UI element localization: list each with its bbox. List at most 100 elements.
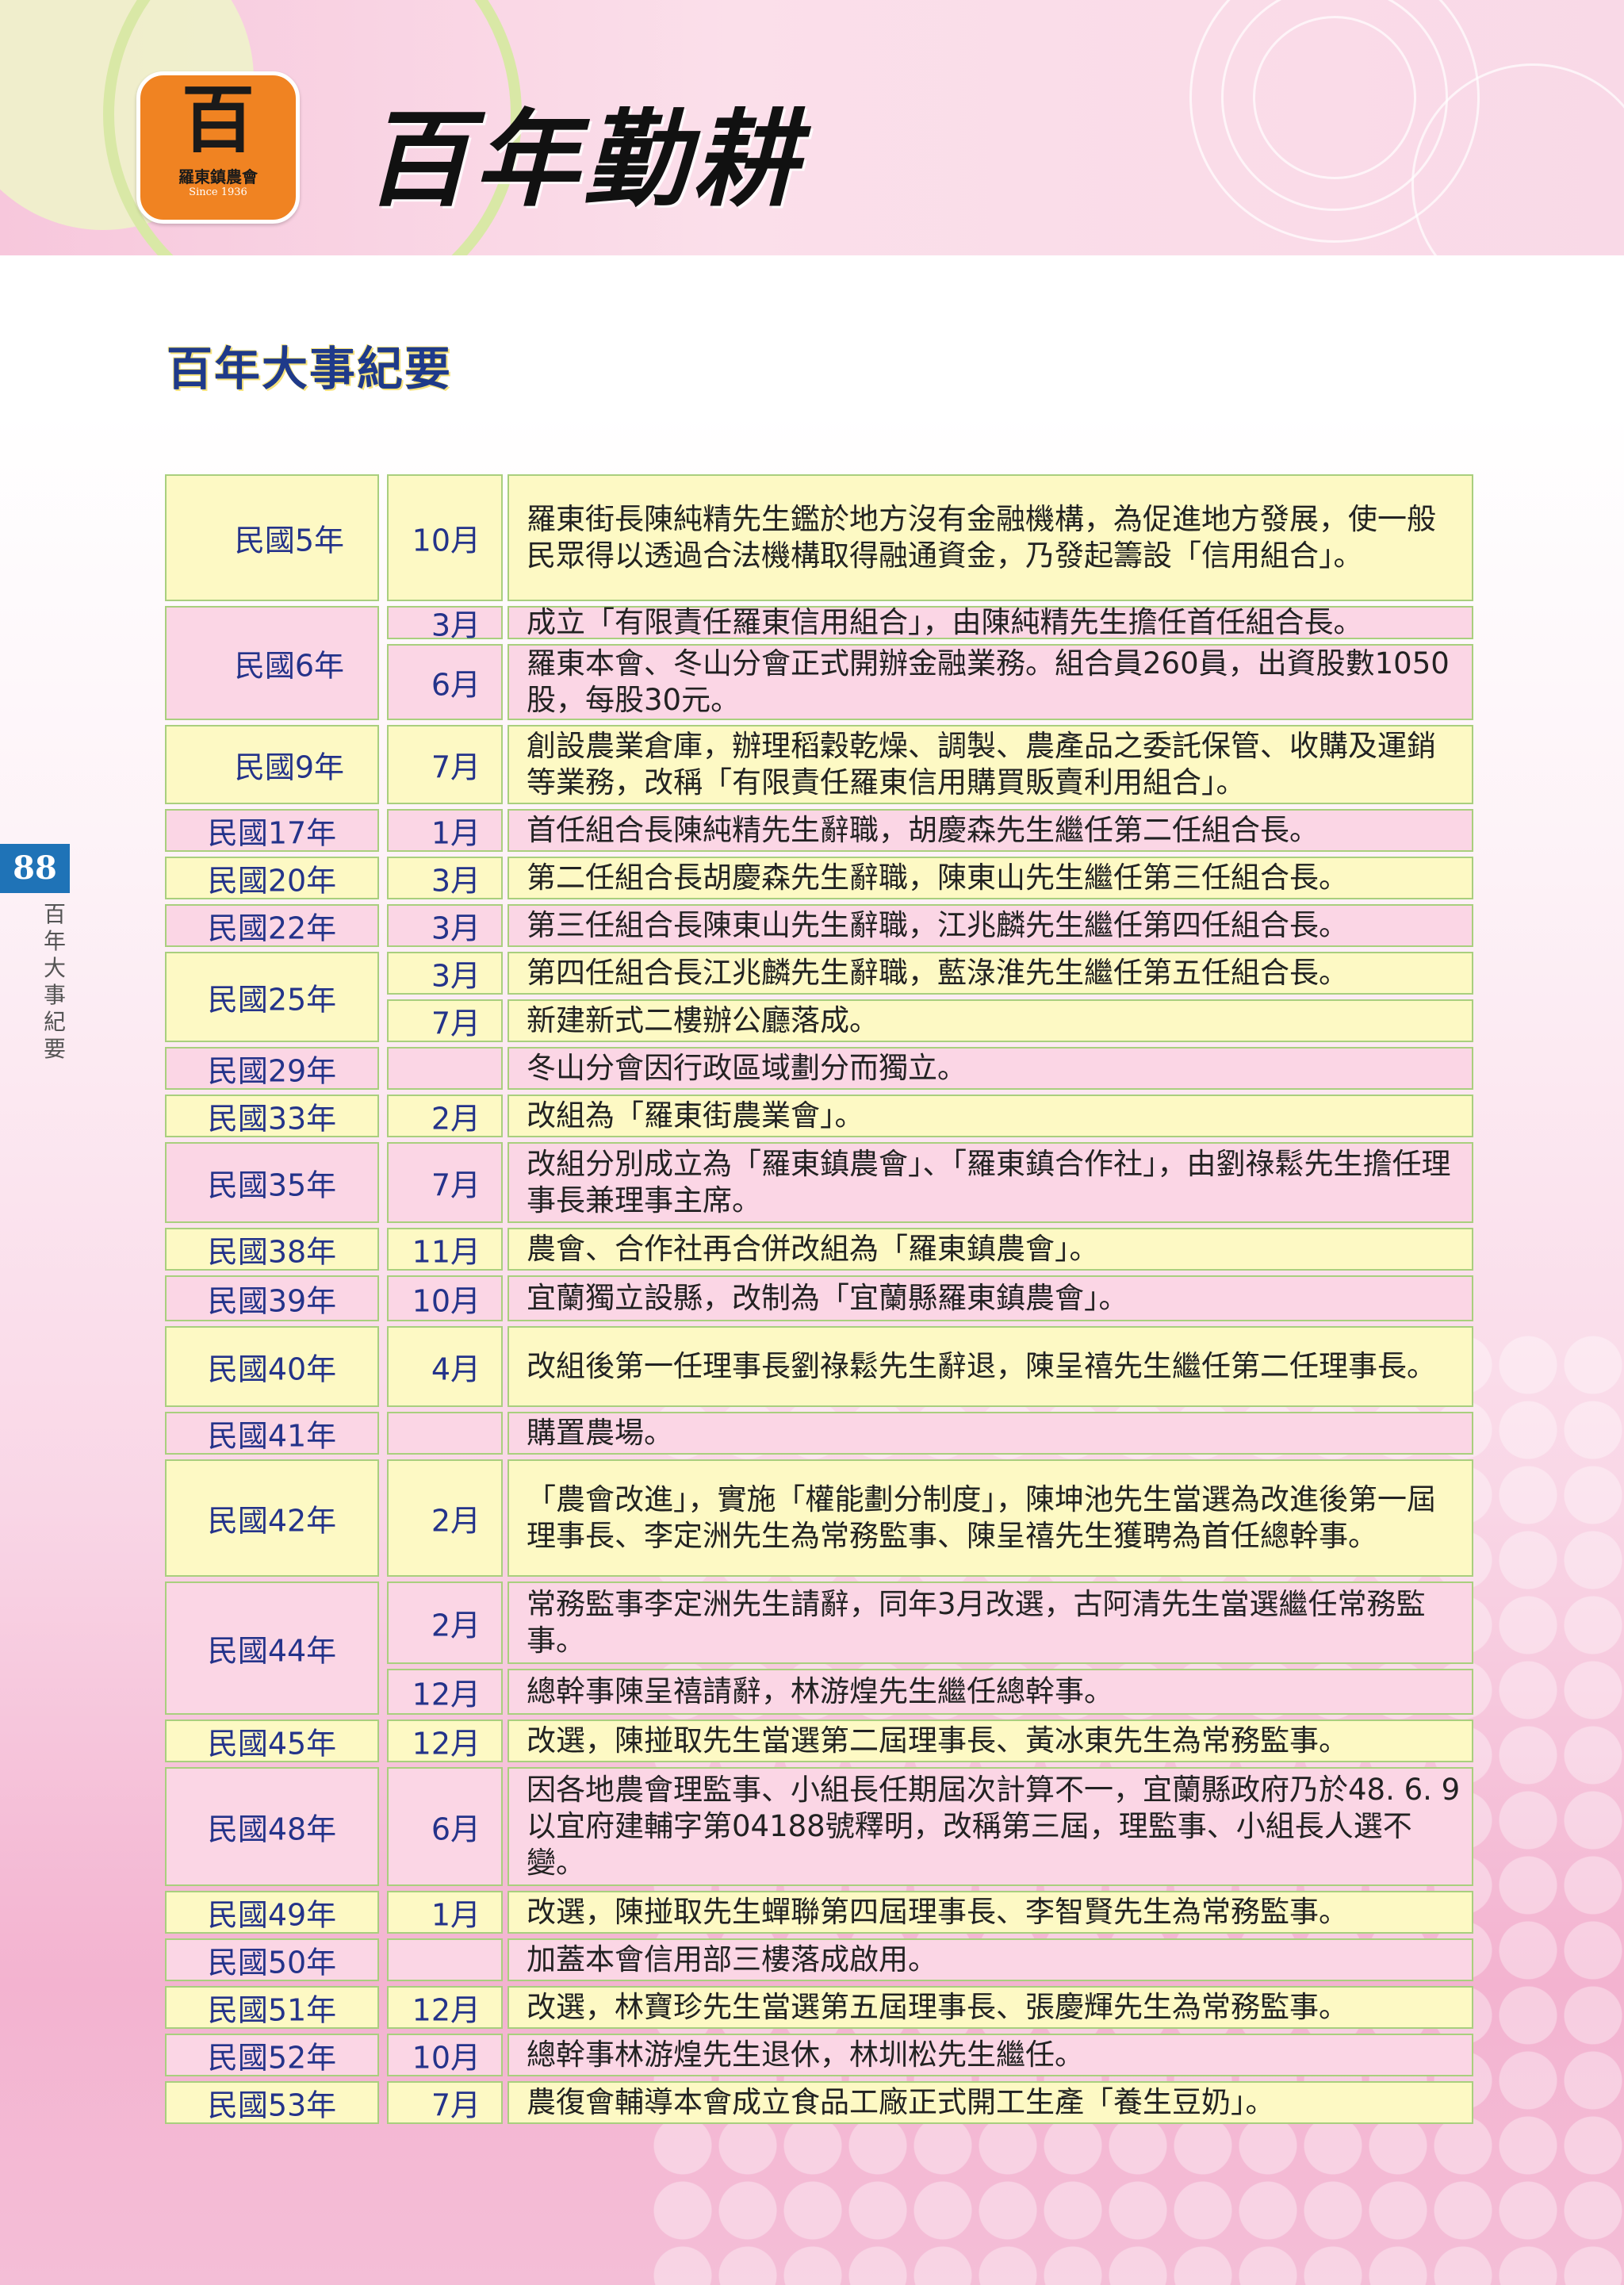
year-cell: 民國41年 <box>165 1412 379 1455</box>
month-label: 7月 <box>431 2088 481 2123</box>
event-text: 第三任組合長陳東山先生辭職，江兆麟先生繼任第四任組合長。 <box>527 908 1348 942</box>
year-cell: 民國52年 <box>165 2034 379 2076</box>
month-cell: 10月 <box>387 474 503 601</box>
event-text-cell: 第四任組合長江兆麟先生辭職，藍淥淮先生繼任第五任組合長。 <box>508 952 1473 995</box>
event-text-cell: 總幹事林游煌先生退休，林圳松先生繼任。 <box>508 2034 1473 2076</box>
month-label: 3月 <box>431 958 481 994</box>
event-text-cell: 「農會改進」，實施「權能劃分制度」，陳坤池先生當選為改進後第一屆理事長、李定洲先… <box>508 1459 1473 1577</box>
month-cell: 12月 <box>387 1669 503 1715</box>
month-cell: 3月 <box>387 952 503 995</box>
page-title: 百年大事紀要 <box>167 342 453 396</box>
event-text: 成立「有限責任羅東信用組合」，由陳純精先生擔任首任組合長。 <box>527 605 1363 639</box>
event-text-cell: 因各地農會理監事、小組長任期屆次計算不一，宜蘭縣政府乃於48. 6. 9以宜府建… <box>508 1767 1473 1886</box>
event-text-cell: 改選，陳掽取先生蟬聯第四屆理事長、李智賢先生為常務監事。 <box>508 1891 1473 1934</box>
event-text-cell: 成立「有限責任羅東信用組合」，由陳純精先生擔任首任組合長。 <box>508 605 1473 639</box>
month-cell: 4月 <box>387 1326 503 1407</box>
event-text: 宜蘭獨立設縣，改制為「宜蘭縣羅東鎮農會」。 <box>527 1281 1128 1315</box>
event-text: 羅東街長陳純精先生鑑於地方沒有金融機構，為促進地方發展，使一般民眾得以透過合法機… <box>527 502 1436 573</box>
event-text-cell: 羅東街長陳純精先生鑑於地方沒有金融機構，為促進地方發展，使一般民眾得以透過合法機… <box>508 474 1473 601</box>
month-cell: 2月 <box>387 1095 503 1137</box>
event-text: 羅東本會、冬山分會正式開辦金融業務。組合員260員，出資股數1050股，每股30… <box>527 646 1450 717</box>
month-label: 11月 <box>412 1234 481 1270</box>
month-cell: 3月 <box>387 904 503 947</box>
event-row: 民國52年 10月 總幹事林游煌先生退休，林圳松先生繼任。 <box>165 2034 1473 2076</box>
event-text: 農復會輔導本會成立食品工廠正式開工生產「養生豆奶」。 <box>527 2085 1275 2119</box>
event-row: 民國35年 7月 改組分別成立為「羅東鎮農會」、「羅東鎮合作社」，由劉祿鬆先生擔任理… <box>165 1142 1473 1223</box>
event-row: 民國53年 7月 農復會輔導本會成立食品工廠正式開工生產「養生豆奶」。 <box>165 2081 1473 2124</box>
year-cell: 民國38年 <box>165 1228 379 1271</box>
event-text-cell: 農會、合作社再合併改組為「羅東鎮農會」。 <box>508 1228 1473 1271</box>
year-label: 民國42年 <box>207 1503 337 1539</box>
month-cell: 2月 <box>387 1459 503 1577</box>
event-text: 購置農場。 <box>527 1416 673 1450</box>
event-text-cell: 第三任組合長陳東山先生辭職，江兆麟先生繼任第四任組合長。 <box>508 904 1473 947</box>
month-label: 7月 <box>431 1167 481 1203</box>
event-text: 第四任組合長江兆麟先生辭職，藍淥淮先生繼任第五任組合長。 <box>527 956 1348 990</box>
month-cell: 3月 <box>387 606 503 643</box>
month-label: 3月 <box>431 863 481 899</box>
year-cell: 民國22年 <box>165 904 379 947</box>
year-label: 民國17年 <box>207 815 337 851</box>
event-text: 改組為「羅東街農業會」。 <box>527 1098 864 1133</box>
month-label: 10月 <box>412 523 481 558</box>
event-row: 民國29年 冬山分會因行政區域劃分而獨立。 <box>165 1047 1473 1090</box>
month-cell <box>387 1938 503 1981</box>
year-label: 民國53年 <box>207 2088 337 2123</box>
event-text-cell: 冬山分會因行政區域劃分而獨立。 <box>508 1047 1473 1090</box>
month-cell: 6月 <box>387 644 503 720</box>
month-label: 6月 <box>431 1812 481 1847</box>
month-label: 10月 <box>412 1283 481 1319</box>
year-label: 民國39年 <box>207 1283 337 1319</box>
year-cell: 民國42年 <box>165 1459 379 1577</box>
year-cell: 民國29年 <box>165 1047 379 1090</box>
year-cell: 民國50年 <box>165 1938 379 1981</box>
event-text-cell: 改組為「羅東街農業會」。 <box>508 1095 1473 1137</box>
month-label: 2月 <box>431 1608 481 1643</box>
year-label: 民國35年 <box>207 1167 337 1203</box>
month-label: 6月 <box>431 667 481 703</box>
logo-since: Since 1936 <box>189 186 247 198</box>
decor-ring <box>1253 16 1416 179</box>
month-label: 10月 <box>412 2040 481 2076</box>
year-cell: 民國33年 <box>165 1095 379 1137</box>
month-cell: 11月 <box>387 1228 503 1271</box>
year-label: 民國40年 <box>207 1351 337 1387</box>
year-label: 民國22年 <box>207 911 337 946</box>
event-text: 第二任組合長胡慶森先生辭職，陳東山先生繼任第三任組合長。 <box>527 861 1348 895</box>
event-row: 民國50年 加蓋本會信用部三樓落成啟用。 <box>165 1938 1473 1981</box>
event-text-cell: 羅東本會、冬山分會正式開辦金融業務。組合員260員，出資股數1050股，每股30… <box>508 644 1473 720</box>
event-text-cell: 常務監事李定洲先生請辭，同年3月改選，古阿清先生當選繼任常務監事。 <box>508 1581 1473 1664</box>
year-label: 民國45年 <box>207 1726 337 1762</box>
event-text-cell: 改選，林寶珍先生當選第五屆理事長、張慶輝先生為常務監事。 <box>508 1986 1473 2029</box>
month-cell: 10月 <box>387 1275 503 1321</box>
event-row: 民國48年 6月 因各地農會理監事、小組長任期屆次計算不一，宜蘭縣政府乃於48. 6… <box>165 1767 1473 1886</box>
year-label: 民國29年 <box>207 1053 337 1089</box>
event-text: 改組後第一任理事長劉祿鬆先生辭退，陳呈禧先生繼任第二任理事長。 <box>527 1349 1436 1383</box>
event-text-cell: 新建新式二樓辦公廳落成。 <box>508 999 1473 1042</box>
month-cell: 10月 <box>387 2034 503 2076</box>
year-cell: 民國35年 <box>165 1142 379 1223</box>
event-row: 民國9年 7月 創設農業倉庫，辦理稻穀乾燥、調製、農產品之委託保管、收購及運銷等業務… <box>165 725 1473 804</box>
event-text-cell: 改組分別成立為「羅東鎮農會」、「羅東鎮合作社」，由劉祿鬆先生擔任理事長兼理事主席… <box>508 1142 1473 1223</box>
event-text-cell: 創設農業倉庫，辦理稻穀乾燥、調製、農產品之委託保管、收購及運銷等業務，改稱「有限… <box>508 725 1473 804</box>
month-label: 7月 <box>431 750 481 785</box>
event-row: 民國17年 1月 首任組合長陳純精先生辭職，胡慶森先生繼任第二任組合長。 <box>165 809 1473 852</box>
event-text: 首任組合長陳純精先生辭職，胡慶森先生繼任第二任組合長。 <box>527 813 1319 847</box>
year-cell: 民國9年 <box>165 725 379 804</box>
month-label: 12月 <box>412 1726 481 1762</box>
event-text: 因各地農會理監事、小組長任期屆次計算不一，宜蘭縣政府乃於48. 6. 9以宜府建… <box>527 1773 1461 1880</box>
event-text: 加蓋本會信用部三樓落成啟用。 <box>527 1942 937 1976</box>
event-text-cell: 首任組合長陳純精先生辭職，胡慶森先生繼任第二任組合長。 <box>508 809 1473 852</box>
event-row: 民國44年 2月 常務監事李定洲先生請辭，同年3月改選，古阿清先生當選繼任常務監事。 <box>165 1581 1473 1715</box>
event-text: 總幹事陳呈禧請辭，林游煌先生繼任總幹事。 <box>527 1674 1113 1708</box>
event-row: 民國6年 3月 成立「有限責任羅東信用組合」，由陳純精先生擔任首任組合長。 <box>165 605 1473 720</box>
event-text-cell: 宜蘭獨立設縣，改制為「宜蘭縣羅東鎮農會」。 <box>508 1275 1473 1321</box>
year-label: 民國9年 <box>234 750 344 785</box>
month-cell <box>387 1412 503 1455</box>
year-label: 民國49年 <box>207 1897 337 1933</box>
event-row: 民國39年 10月 宜蘭獨立設縣，改制為「宜蘭縣羅東鎮農會」。 <box>165 1275 1473 1321</box>
month-cell: 3月 <box>387 857 503 899</box>
year-label: 民國52年 <box>207 2040 337 2076</box>
year-cell: 民國39年 <box>165 1275 379 1321</box>
event-text-cell: 購置農場。 <box>508 1412 1473 1455</box>
